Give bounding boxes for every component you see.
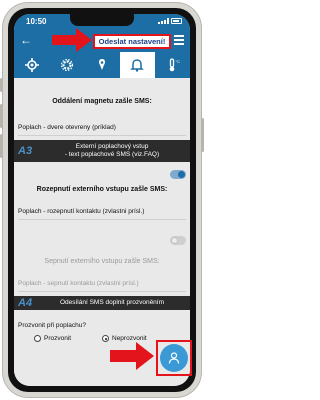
status-icons <box>158 18 182 24</box>
divider <box>18 135 186 136</box>
connect-sms-title: Sepnutí externího vstupu zašle SMS: <box>44 258 160 265</box>
save-fab-button[interactable] <box>160 344 188 372</box>
connect-sms-toggle[interactable] <box>170 236 186 245</box>
section-a4-number: A4 <box>18 297 33 309</box>
signal-icon <box>158 18 169 24</box>
app-bar: ← Odeslat nastavení! <box>14 30 190 52</box>
radio-no-ring-option[interactable]: Neprozvonit <box>102 335 147 342</box>
phone-power-button <box>201 118 204 152</box>
radio-ring-circle[interactable] <box>34 335 41 342</box>
pin-paint-icon <box>98 59 106 70</box>
send-settings-button[interactable]: Odeslat nastavení! <box>93 34 171 49</box>
tab-gear[interactable] <box>49 52 84 78</box>
magnet-sms-value[interactable]: Poplach - dvere otevreny (príklad) <box>18 124 186 131</box>
radio-no-ring-circle[interactable] <box>102 335 109 342</box>
highlight-arrow-send <box>52 28 92 52</box>
tab-thermometer[interactable]: °C <box>155 52 190 78</box>
radio-ring-option[interactable]: Prozvonit <box>34 335 71 342</box>
gear-icon <box>60 58 73 72</box>
tab-gear-sliders[interactable] <box>14 52 49 78</box>
thermometer-icon: °C <box>170 58 181 72</box>
phone-volume-down-button <box>0 134 3 158</box>
disconnect-sms-toggle[interactable] <box>170 170 186 179</box>
status-time: 10:50 <box>26 17 47 26</box>
section-a3-number: A3 <box>18 145 33 157</box>
divider <box>18 219 186 220</box>
tab-bar: °C <box>14 52 190 78</box>
phone-side-button <box>0 78 3 92</box>
phone-volume-up-button <box>0 104 3 128</box>
section-a4-header: A4 Odesílání SMS doplnit prozvoněním <box>14 296 190 310</box>
ring-question: Prozvonit při poplachu? <box>18 322 86 329</box>
back-arrow-icon[interactable]: ← <box>20 33 32 47</box>
svg-text:°C: °C <box>176 59 181 64</box>
section-a4-text: Odesílání SMS doplnit prozvoněním <box>59 299 165 306</box>
list-menu-icon[interactable] <box>174 35 184 45</box>
app-screen: 10:50 ← Odeslat nastavení! °C Oddálení m… <box>14 14 190 386</box>
section-a3-line2: - text poplachové SMS (viz.FAQ) <box>64 151 160 158</box>
camera-notch <box>70 14 134 26</box>
gear-sliders-icon <box>24 58 39 72</box>
connect-sms-value[interactable]: Poplach - sepnutí kontaktu (zvlastni prí… <box>18 280 186 287</box>
section-a3-header: A3 Externí poplachový vstup - text popla… <box>14 140 190 162</box>
battery-icon <box>171 18 182 24</box>
highlight-arrow-fab <box>110 342 154 370</box>
divider <box>18 291 186 292</box>
disconnect-sms-title: Rozepnutí externího vstupu zašle SMS: <box>36 186 168 193</box>
tab-alarm[interactable] <box>119 52 155 78</box>
section-a3-line1: Externí poplachový vstup <box>75 143 149 150</box>
tab-pin-paint[interactable] <box>84 52 119 78</box>
alarm-bell-icon <box>130 59 145 72</box>
magnet-sms-title: Oddálení magnetu zašle SMS: <box>52 98 152 105</box>
disconnect-sms-value[interactable]: Poplach - rozepnutí kontaktu (zvlastni p… <box>18 208 186 215</box>
radio-no-ring-label: Neprozvonit <box>112 335 147 342</box>
radio-ring-label: Prozvonit <box>44 335 72 342</box>
status-bar: 10:50 <box>14 14 190 30</box>
user-lock-icon <box>168 352 180 364</box>
